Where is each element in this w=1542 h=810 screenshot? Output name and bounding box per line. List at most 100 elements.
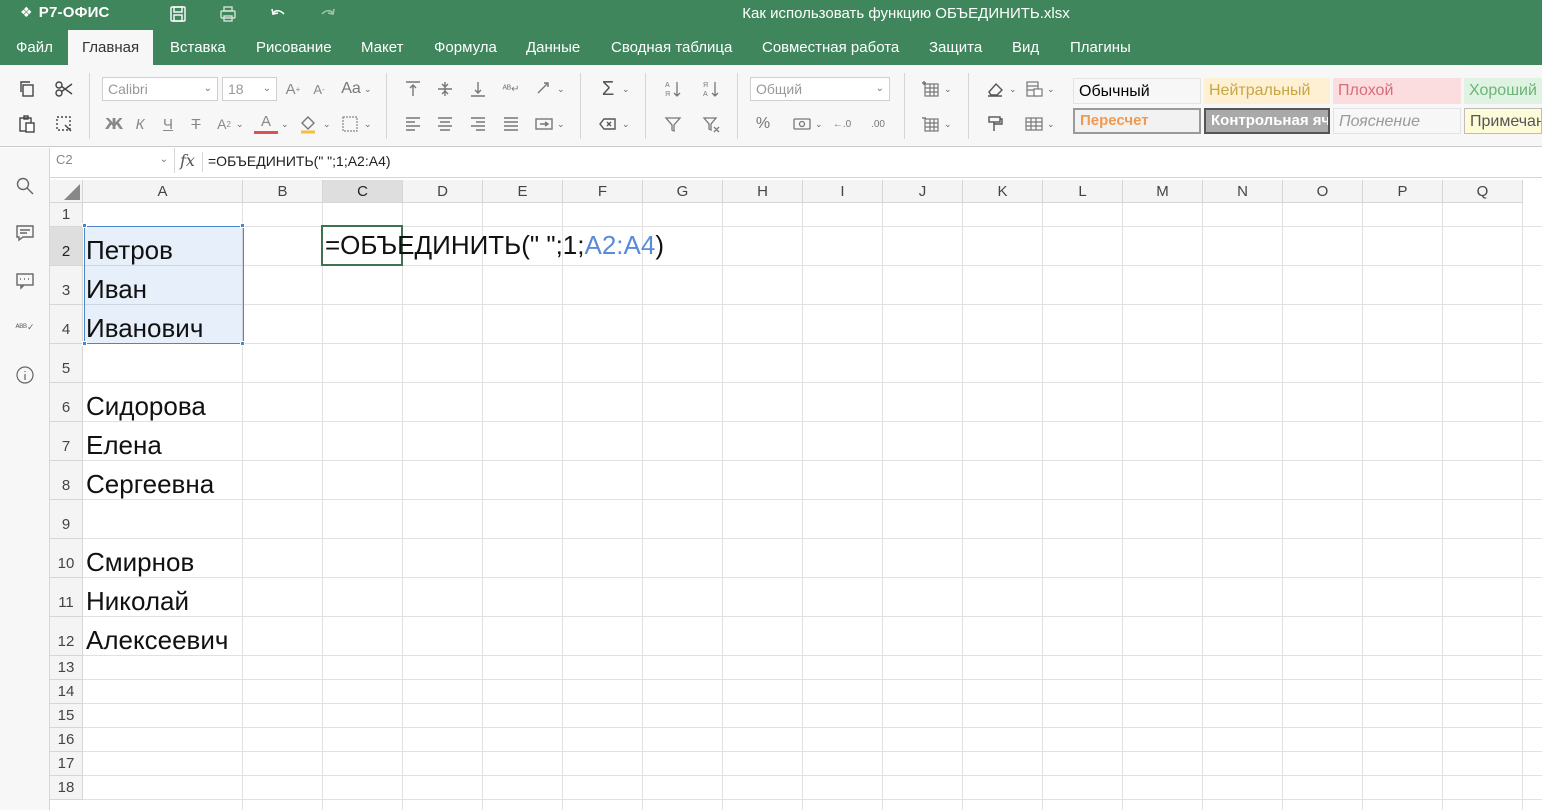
font-color-icon[interactable]: A bbox=[254, 112, 278, 134]
tab-plugins[interactable]: Плагины bbox=[1056, 30, 1145, 65]
tab-layout[interactable]: Макет bbox=[347, 30, 417, 65]
row-header-4[interactable]: 4 bbox=[50, 305, 83, 344]
chat-icon[interactable] bbox=[13, 269, 37, 293]
select-all-icon[interactable] bbox=[52, 112, 76, 136]
tab-file[interactable]: Файл bbox=[2, 30, 67, 65]
column-header-c[interactable]: C bbox=[323, 180, 403, 203]
name-box[interactable]: C2 ⌄ bbox=[50, 148, 175, 173]
format-painter-icon[interactable] bbox=[983, 112, 1007, 136]
column-header-i[interactable]: I bbox=[803, 180, 883, 203]
borders-icon[interactable] bbox=[338, 112, 362, 136]
percent-icon[interactable]: % bbox=[751, 112, 775, 136]
column-header-p[interactable]: P bbox=[1363, 180, 1443, 203]
selection-handle[interactable] bbox=[82, 223, 87, 228]
justify-icon[interactable] bbox=[499, 112, 523, 136]
fill-color-icon[interactable] bbox=[296, 112, 320, 136]
cell-a6[interactable]: Сидорова bbox=[86, 391, 206, 421]
underline-icon[interactable]: Ч bbox=[156, 112, 180, 136]
named-ranges-icon[interactable] bbox=[596, 112, 620, 136]
info-icon[interactable] bbox=[13, 363, 37, 387]
column-header-k[interactable]: K bbox=[963, 180, 1043, 203]
row-header-7[interactable]: 7 bbox=[50, 422, 83, 461]
cell-a4[interactable]: Иванович bbox=[86, 313, 203, 343]
column-header-h[interactable]: H bbox=[723, 180, 803, 203]
spellcheck-icon[interactable]: ᴬᴮᴮ✓ bbox=[13, 315, 37, 339]
format-as-table-icon[interactable] bbox=[1022, 112, 1046, 136]
spreadsheet-grid[interactable]: ABCDEFGHIJKLMNOPQ 1 2 3 4 5 6 7 8 9 10 11 12 13 14 15 1… bbox=[50, 180, 1542, 810]
column-header-o[interactable]: O bbox=[1283, 180, 1363, 203]
delete-cells-icon[interactable] bbox=[919, 112, 943, 136]
increase-decimal-icon[interactable]: .00 bbox=[866, 112, 890, 136]
wrap-text-icon[interactable]: ᴬᴮ↵ bbox=[499, 77, 523, 101]
align-top-icon[interactable] bbox=[401, 77, 425, 101]
selection-handle[interactable] bbox=[240, 341, 245, 346]
row-header-3[interactable]: 3 bbox=[50, 266, 83, 305]
style-check-cell[interactable]: Контрольная ячейка bbox=[1204, 108, 1330, 134]
cell-a7[interactable]: Елена bbox=[86, 430, 162, 460]
align-bottom-icon[interactable] bbox=[466, 77, 490, 101]
align-center-icon[interactable] bbox=[433, 112, 457, 136]
row-header-10[interactable]: 10 bbox=[50, 539, 83, 578]
column-header-n[interactable]: N bbox=[1203, 180, 1283, 203]
column-header-l[interactable]: L bbox=[1043, 180, 1123, 203]
cell-a8[interactable]: Сергеевна bbox=[86, 469, 214, 499]
row-header-16[interactable]: 16 bbox=[50, 728, 83, 752]
tab-insert[interactable]: Вставка bbox=[156, 30, 240, 65]
italic-icon[interactable]: К bbox=[128, 112, 152, 136]
text-orientation-icon[interactable] bbox=[532, 77, 556, 101]
align-left-icon[interactable] bbox=[401, 112, 425, 136]
cell-a2[interactable]: Петров bbox=[86, 235, 173, 265]
sort-descending-icon[interactable]: ЯA bbox=[699, 77, 723, 101]
style-bad[interactable]: Плохой bbox=[1333, 78, 1461, 104]
column-header-e[interactable]: E bbox=[483, 180, 563, 203]
currency-icon[interactable] bbox=[790, 112, 814, 136]
font-size-select[interactable]: 18 ⌄ bbox=[222, 77, 277, 101]
change-case-icon[interactable]: Aa bbox=[337, 77, 365, 101]
row-header-11[interactable]: 11 bbox=[50, 578, 83, 617]
align-middle-icon[interactable] bbox=[433, 77, 457, 101]
tab-home[interactable]: Главная bbox=[68, 30, 154, 65]
conditional-format-icon[interactable] bbox=[1022, 77, 1046, 101]
decrease-decimal-icon[interactable]: ←.0 bbox=[830, 112, 854, 136]
subscript-icon[interactable]: A2 bbox=[212, 112, 236, 136]
sort-ascending-icon[interactable]: AЯ bbox=[661, 77, 685, 101]
cell-a10[interactable]: Смирнов bbox=[86, 547, 194, 577]
style-good[interactable]: Хороший bbox=[1464, 78, 1542, 104]
strikethrough-icon[interactable]: Т bbox=[184, 112, 208, 136]
formula-input[interactable]: =ОБЪЕДИНИТЬ(" ";1;A2:A4) bbox=[202, 152, 391, 172]
column-header-b[interactable]: B bbox=[243, 180, 323, 203]
tab-pivot[interactable]: Сводная таблица bbox=[597, 30, 746, 65]
cell-a3[interactable]: Иван bbox=[86, 274, 147, 304]
style-neutral[interactable]: Нейтральный bbox=[1204, 78, 1330, 104]
search-icon[interactable] bbox=[13, 174, 37, 198]
increase-font-icon[interactable]: A + bbox=[281, 77, 305, 101]
style-normal[interactable]: Обычный bbox=[1073, 78, 1201, 104]
comments-icon[interactable] bbox=[13, 221, 37, 245]
paste-icon[interactable] bbox=[15, 112, 39, 136]
merge-cells-icon[interactable] bbox=[532, 112, 556, 136]
bold-icon[interactable]: Ж bbox=[102, 112, 126, 136]
select-all-corner[interactable] bbox=[50, 180, 83, 203]
tab-view[interactable]: Вид bbox=[998, 30, 1053, 65]
align-right-icon[interactable] bbox=[466, 112, 490, 136]
function-wizard-icon[interactable]: fx bbox=[180, 151, 195, 170]
eraser-icon[interactable] bbox=[983, 77, 1007, 101]
cell-edit-formula[interactable]: =ОБЪЕДИНИТЬ(" ";1;A2:A4) bbox=[325, 230, 664, 260]
tab-collaboration[interactable]: Совместная работа bbox=[748, 30, 913, 65]
row-header-17[interactable]: 17 bbox=[50, 752, 83, 776]
column-header-g[interactable]: G bbox=[643, 180, 723, 203]
insert-cells-icon[interactable] bbox=[919, 77, 943, 101]
selection-handle[interactable] bbox=[240, 223, 245, 228]
column-header-d[interactable]: D bbox=[403, 180, 483, 203]
row-header-18[interactable]: 18 bbox=[50, 776, 83, 800]
row-header-1[interactable]: 1 bbox=[50, 203, 83, 227]
row-header-13[interactable]: 13 bbox=[50, 656, 83, 680]
tab-data[interactable]: Данные bbox=[512, 30, 594, 65]
column-header-j[interactable]: J bbox=[883, 180, 963, 203]
copy-icon[interactable] bbox=[15, 77, 39, 101]
style-note[interactable]: Примечание bbox=[1464, 108, 1542, 134]
row-header-15[interactable]: 15 bbox=[50, 704, 83, 728]
row-header-9[interactable]: 9 bbox=[50, 500, 83, 539]
row-header-5[interactable]: 5 bbox=[50, 344, 83, 383]
filter-icon[interactable] bbox=[661, 112, 685, 136]
